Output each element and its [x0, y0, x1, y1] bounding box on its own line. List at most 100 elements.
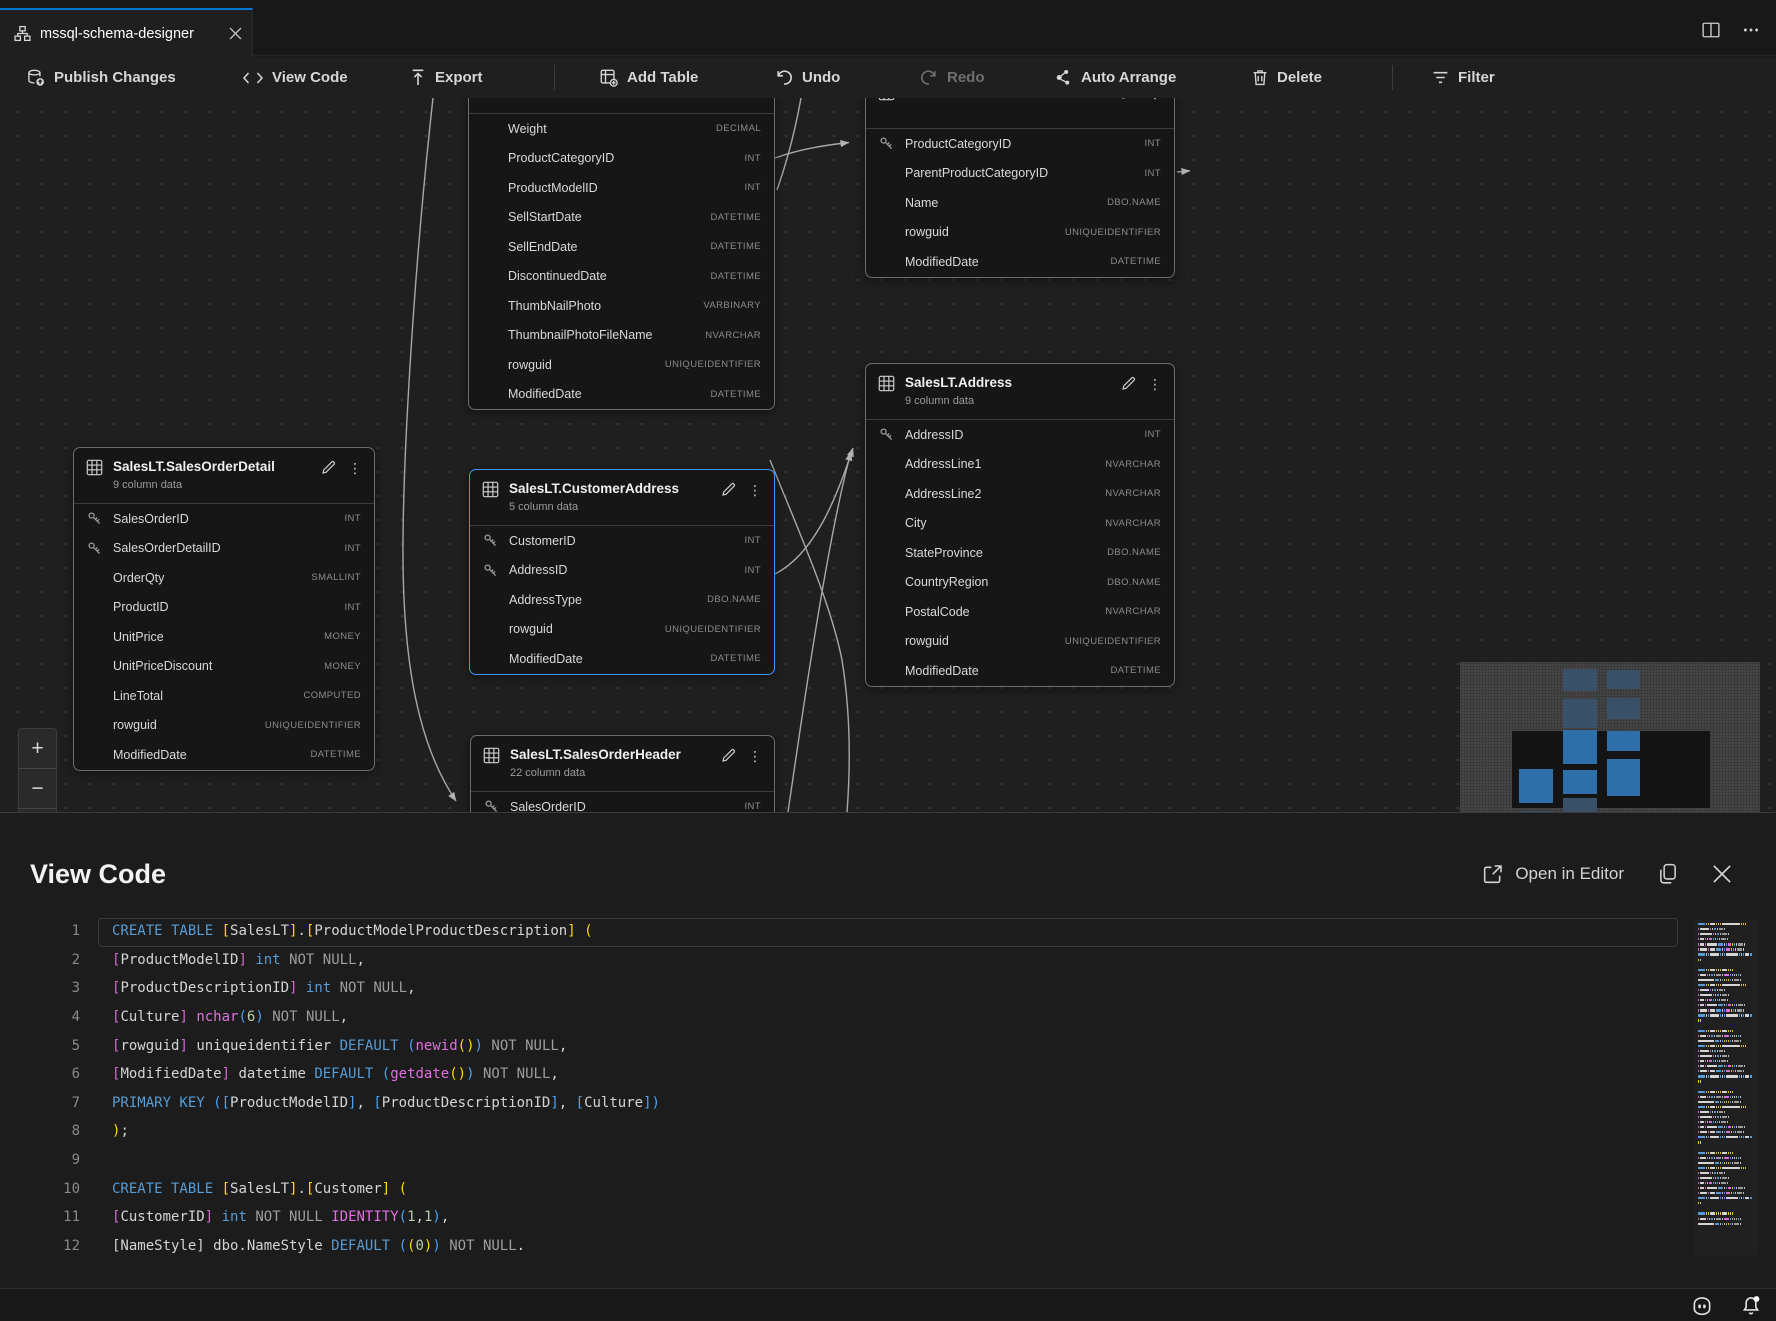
column-type: NVARCHAR [705, 330, 761, 341]
column-row-addressid[interactable]: AddressIDINT [866, 420, 1174, 450]
code-line-10: 10CREATE TABLE [SalesLT].[Customer] ( [0, 1174, 1776, 1203]
column-row-weight[interactable]: WeightDECIMAL [469, 114, 774, 144]
column-type: UNIQUEIDENTIFIER [665, 359, 761, 370]
column-name: SalesOrderDetailID [113, 541, 344, 555]
column-row-unitpricediscount[interactable]: UnitPriceDiscountMONEY [74, 652, 374, 682]
column-row-orderqty[interactable]: OrderQtySMALLINT [74, 563, 374, 593]
column-row-addressid[interactable]: AddressIDINT [470, 556, 774, 586]
tab-mssql-schema-designer[interactable]: mssql-schema-designer [0, 8, 253, 57]
table-card-address[interactable]: SalesLT.Address9 column data⋮AddressIDIN… [865, 363, 1175, 687]
minimap-table-block [1563, 798, 1597, 812]
edge-product-productcategory [775, 143, 849, 159]
table-card-sales-order-header[interactable]: SalesLT.SalesOrderHeader22 column data⋮S… [470, 735, 775, 812]
column-row-rowguid[interactable]: rowguidUNIQUEIDENTIFIER [74, 711, 374, 741]
column-row-modifieddate[interactable]: ModifiedDateDATETIME [866, 247, 1174, 277]
column-name: StateProvince [905, 546, 1107, 560]
column-row-modifieddate[interactable]: ModifiedDateDATETIME [469, 380, 774, 410]
edit-table-icon[interactable] [1121, 98, 1136, 100]
column-row-productmodelid[interactable]: ProductModelIDINT [469, 173, 774, 203]
edit-table-icon[interactable] [721, 748, 736, 763]
code-icon [243, 71, 263, 85]
column-row-city[interactable]: CityNVARCHAR [866, 509, 1174, 539]
table-menu-icon[interactable]: ⋮ [1148, 98, 1162, 99]
column-row-modifieddate[interactable]: ModifiedDateDATETIME [74, 740, 374, 770]
column-type: INT [744, 153, 761, 164]
column-row-salesorderdetailid[interactable]: SalesOrderDetailIDINT [74, 534, 374, 564]
code-line-2: 2[ProductModelID] int NOT NULL, [0, 946, 1776, 975]
column-row-addressline1[interactable]: AddressLine1NVARCHAR [866, 450, 1174, 480]
column-row-customerid[interactable]: CustomerIDINT [470, 526, 774, 556]
tab-close-icon[interactable] [229, 27, 242, 40]
column-row-rowguid[interactable]: rowguidUNIQUEIDENTIFIER [866, 627, 1174, 657]
column-row-rowguid[interactable]: rowguidUNIQUEIDENTIFIER [469, 350, 774, 380]
column-row-salesorderid[interactable]: SalesOrderIDINT [471, 792, 774, 812]
column-type: UNIQUEIDENTIFIER [665, 624, 761, 635]
table-title: SalesLT.CustomerAddress [509, 479, 711, 499]
zoom-in-button[interactable]: + [19, 729, 56, 769]
column-row-addresstype[interactable]: AddressTypeDBO.NAME [470, 585, 774, 615]
column-row-linetotal[interactable]: LineTotalCOMPUTED [74, 681, 374, 711]
trash-icon [1252, 69, 1268, 86]
toolbar-auto-arrange-button[interactable]: Auto Arrange [1055, 57, 1176, 98]
table-menu-icon[interactable]: ⋮ [748, 484, 762, 496]
open-in-editor-button[interactable]: Open in Editor [1483, 864, 1624, 884]
column-row-thumbnailphoto[interactable]: ThumbNailPhotoVARBINARY [469, 291, 774, 321]
schema-canvas[interactable]: ⋮WeightDECIMALProductCategoryIDINTProduc… [0, 98, 1776, 812]
column-row-postalcode[interactable]: PostalCodeNVARCHAR [866, 597, 1174, 627]
panel-title: View Code [30, 859, 166, 890]
column-row-name[interactable]: NameDBO.NAME [866, 188, 1174, 218]
column-row-parentproductcategoryid[interactable]: ParentProductCategoryIDINT [866, 159, 1174, 189]
diagram-minimap[interactable] [1460, 662, 1760, 812]
toolbar-view-code-button[interactable]: View Code [243, 57, 348, 98]
notifications-bell-icon[interactable] [1740, 1294, 1762, 1316]
sql-code-editor[interactable]: 1CREATE TABLE [SalesLT].[ProductModelPro… [0, 917, 1776, 1288]
column-row-productcategoryid[interactable]: ProductCategoryIDINT [469, 144, 774, 174]
line-number: 4 [0, 1009, 80, 1025]
column-row-sellstartdate[interactable]: SellStartDateDATETIME [469, 203, 774, 233]
redo-icon [920, 69, 938, 86]
table-menu-icon[interactable]: ⋮ [348, 462, 362, 474]
column-row-salesorderid[interactable]: SalesOrderIDINT [74, 504, 374, 534]
open-in-editor-label: Open in Editor [1515, 864, 1624, 884]
copilot-icon[interactable] [1690, 1294, 1714, 1316]
toolbar-add-table-button[interactable]: Add Table [600, 57, 698, 98]
table-menu-icon[interactable]: ⋮ [748, 750, 762, 762]
table-card-customer-address[interactable]: SalesLT.CustomerAddress5 column data⋮Cus… [469, 469, 775, 675]
code-minimap[interactable] [1695, 919, 1759, 1255]
table-card-product[interactable]: ⋮WeightDECIMALProductCategoryIDINTProduc… [468, 98, 775, 410]
column-row-rowguid[interactable]: rowguidUNIQUEIDENTIFIER [470, 615, 774, 645]
toolbar-delete-button[interactable]: Delete [1252, 57, 1322, 98]
column-name: rowguid [113, 718, 265, 732]
toolbar-separator [554, 65, 555, 90]
column-row-thumbnailphotofilename[interactable]: ThumbnailPhotoFileNameNVARCHAR [469, 321, 774, 351]
copy-code-icon[interactable] [1658, 863, 1678, 885]
column-row-productid[interactable]: ProductIDINT [74, 593, 374, 623]
edit-table-icon[interactable] [721, 482, 736, 497]
column-row-addressline2[interactable]: AddressLine2NVARCHAR [866, 479, 1174, 509]
toolbar-filter-button[interactable]: Filter [1432, 57, 1495, 98]
column-row-countryregion[interactable]: CountryRegionDBO.NAME [866, 568, 1174, 598]
toolbar-publish-changes-button[interactable]: Publish Changes [27, 57, 176, 98]
code-line-8: 8); [0, 1117, 1776, 1146]
column-row-modifieddate[interactable]: ModifiedDateDATETIME [470, 644, 774, 674]
table-card-sales-order-detail[interactable]: SalesLT.SalesOrderDetail9 column data⋮Sa… [73, 447, 375, 771]
column-row-discontinueddate[interactable]: DiscontinuedDateDATETIME [469, 262, 774, 292]
table-menu-icon[interactable]: ⋮ [1148, 378, 1162, 390]
edit-table-icon[interactable] [321, 460, 336, 475]
table-card-product-category[interactable]: 5 column data⋮ProductCategoryIDINTParent… [865, 98, 1175, 278]
column-row-productcategoryid[interactable]: ProductCategoryIDINT [866, 129, 1174, 159]
close-panel-icon[interactable] [1712, 864, 1732, 884]
column-row-unitprice[interactable]: UnitPriceMONEY [74, 622, 374, 652]
column-row-rowguid[interactable]: rowguidUNIQUEIDENTIFIER [866, 218, 1174, 248]
zoom-out-button[interactable]: − [19, 769, 56, 809]
code-line-4: 4[Culture] nchar(6) NOT NULL, [0, 1003, 1776, 1032]
edit-table-icon[interactable] [1121, 376, 1136, 391]
column-row-sellenddate[interactable]: SellEndDateDATETIME [469, 232, 774, 262]
toolbar-undo-button[interactable]: Undo [775, 57, 840, 98]
column-row-modifieddate[interactable]: ModifiedDateDATETIME [866, 656, 1174, 686]
more-actions-icon[interactable] [1742, 22, 1760, 38]
toolbar-export-button[interactable]: Export [410, 57, 483, 98]
minimap-table-block [1607, 670, 1640, 689]
split-editor-icon[interactable] [1702, 22, 1720, 38]
column-row-stateprovince[interactable]: StateProvinceDBO.NAME [866, 538, 1174, 568]
